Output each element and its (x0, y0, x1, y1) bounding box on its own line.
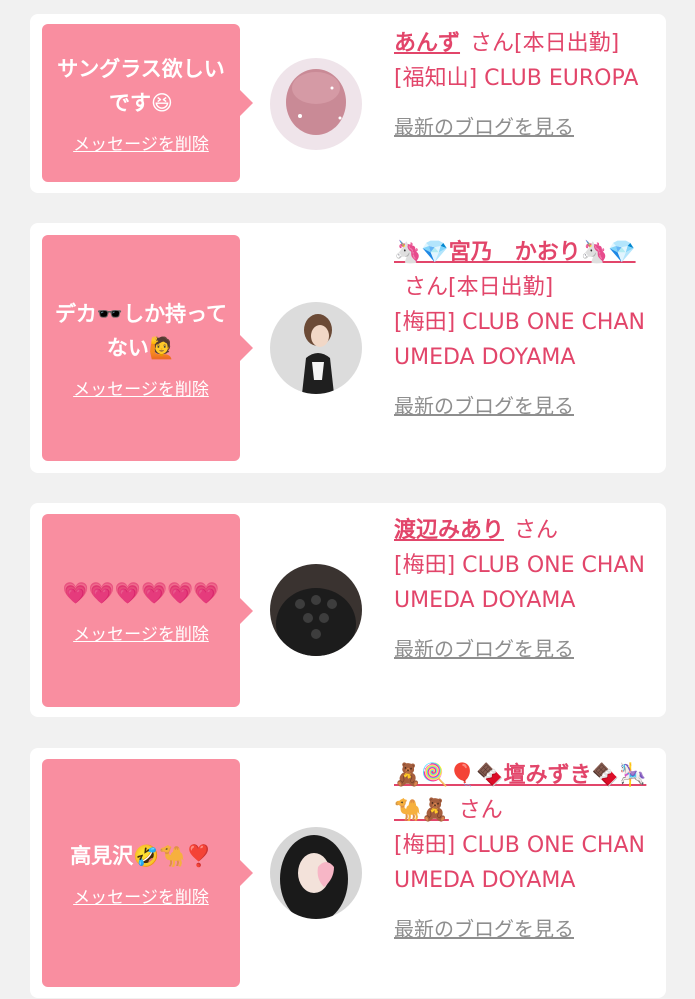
delete-message-link[interactable]: メッセージを削除 (73, 375, 209, 400)
message-text: 高見沢🤣🐪❣️ (70, 843, 212, 868)
avatar[interactable] (270, 302, 362, 394)
cast-name-link[interactable]: 🦄💎宮乃 かおり🦄💎 (394, 240, 636, 265)
shop-name: [梅田] CLUB ONE CHAN UMEDA DOYAMA (394, 310, 645, 370)
message-text: サングラス欲しいです😆 (57, 56, 225, 115)
message-card: 高見沢🤣🐪❣️ メッセージを削除 🧸🍭🎈🍫壇みずき🍫🎠🐪🧸 さん [梅田] CLU… (30, 748, 666, 998)
message-bubble: 高見沢🤣🐪❣️ メッセージを削除 (42, 759, 253, 987)
message-text: デカ🕶️しか持ってない🙋 (54, 301, 228, 360)
delete-message-link[interactable]: メッセージを削除 (73, 130, 209, 155)
cast-honorific: さん[本日出勤] (470, 31, 620, 56)
cast-name-link[interactable]: あんず (394, 31, 460, 56)
latest-blog-link[interactable]: 最新のブログを見る (394, 389, 574, 424)
favorites-message-list: サングラス欲しいです😆 メッセージを削除 あんず さん[本日出勤] [福知山] C… (0, 0, 695, 999)
delete-message-link[interactable]: メッセージを削除 (73, 620, 209, 645)
shop-name: [梅田] CLUB ONE CHAN UMEDA DOYAMA (394, 833, 645, 893)
latest-blog-link[interactable]: 最新のブログを見る (394, 110, 574, 145)
cast-info: 渡辺みあり さん [梅田] CLUB ONE CHAN UMEDA DOYAMA … (394, 513, 656, 667)
message-card: 💗💗💗💗💗💗 メッセージを削除 渡辺みあり さん [梅田] CLUB ONE CH… (30, 503, 666, 717)
cast-info: 🧸🍭🎈🍫壇みずき🍫🎠🐪🧸 さん [梅田] CLUB ONE CHAN UMEDA … (394, 758, 656, 947)
message-text: 💗💗💗💗💗💗 (62, 581, 220, 605)
message-bubble: デカ🕶️しか持ってない🙋 メッセージを削除 (42, 235, 253, 461)
message-card: デカ🕶️しか持ってない🙋 メッセージを削除 🦄💎宮乃 かおり🦄💎 さん[本日出勤]… (30, 223, 666, 473)
latest-blog-link[interactable]: 最新のブログを見る (394, 632, 574, 667)
cast-honorific: さん (514, 518, 559, 543)
avatar[interactable] (270, 58, 362, 150)
cast-info: 🦄💎宮乃 かおり🦄💎 さん[本日出勤] [梅田] CLUB ONE CHAN UM… (394, 235, 656, 424)
message-bubble: 💗💗💗💗💗💗 メッセージを削除 (42, 514, 253, 707)
cast-honorific: さん[本日出勤] (404, 275, 554, 300)
shop-name: [福知山] CLUB EUROPA (394, 66, 639, 91)
avatar[interactable] (270, 827, 362, 919)
cast-name-link[interactable]: 🧸🍭🎈🍫壇みずき🍫🎠🐪🧸 (394, 763, 646, 823)
shop-name: [梅田] CLUB ONE CHAN UMEDA DOYAMA (394, 553, 645, 613)
cast-name-link[interactable]: 渡辺みあり (394, 518, 504, 543)
cast-info: あんず さん[本日出勤] [福知山] CLUB EUROPA 最新のブログを見る (394, 26, 656, 145)
delete-message-link[interactable]: メッセージを削除 (73, 883, 209, 908)
message-bubble: サングラス欲しいです😆 メッセージを削除 (42, 24, 253, 182)
avatar[interactable] (270, 564, 362, 656)
message-card: サングラス欲しいです😆 メッセージを削除 あんず さん[本日出勤] [福知山] C… (30, 14, 666, 193)
latest-blog-link[interactable]: 最新のブログを見る (394, 912, 574, 947)
cast-honorific: さん (458, 798, 503, 823)
